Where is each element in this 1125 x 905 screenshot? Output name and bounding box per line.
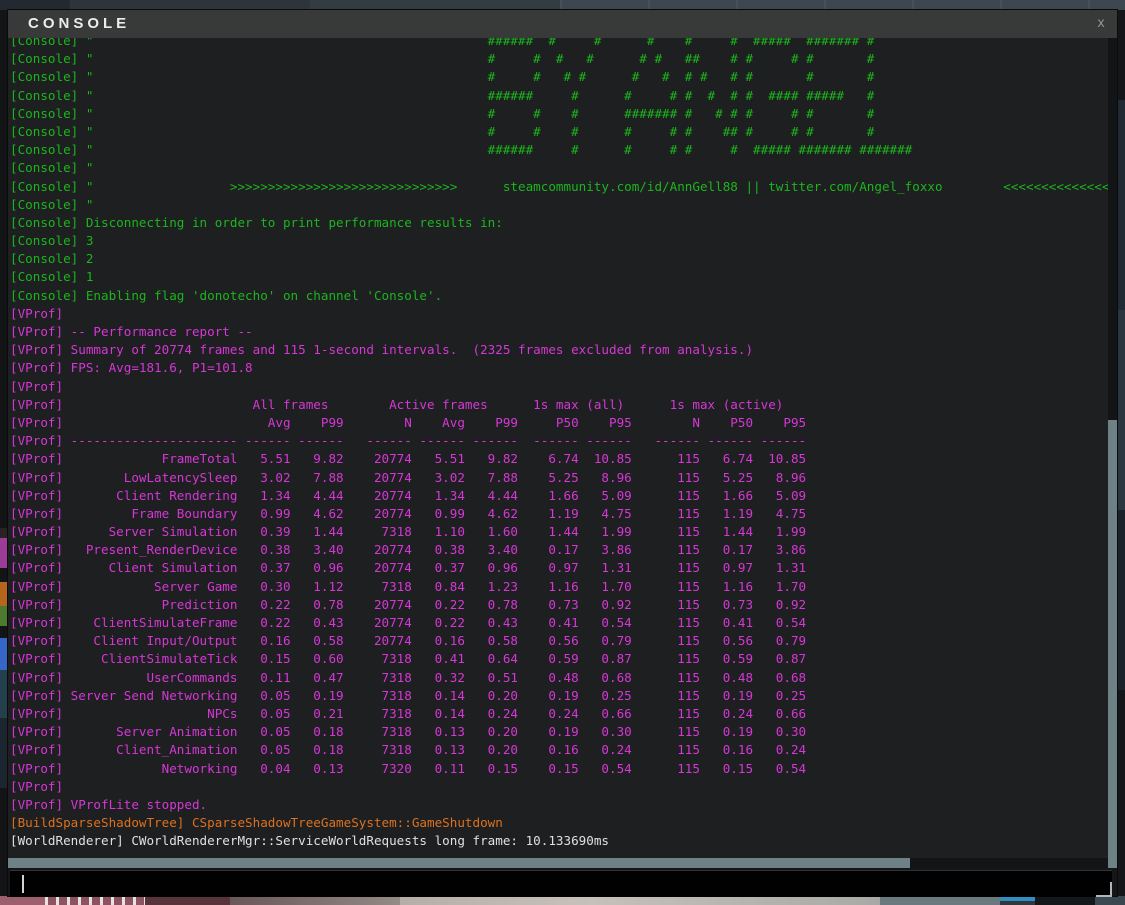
- console-line: [Console] " ###### # # # # # ##### #####…: [10, 38, 875, 48]
- vprof-table-divider: [VProf] ---------------------- ------ --…: [10, 433, 807, 449]
- console-line: [WorldRenderer] CWorldRendererMgr::Servi…: [10, 833, 609, 849]
- console-window: CONSOLE x [Console] " ###### # # # # # #…: [7, 9, 1118, 897]
- game-background-segment: [230, 896, 400, 905]
- game-background-segment: [880, 896, 1000, 905]
- game-background-segment: [0, 606, 8, 626]
- vertical-scrollbar-thumb[interactable]: [1108, 419, 1117, 868]
- game-background-segment: [0, 670, 8, 718]
- game-background-segment: [560, 0, 1125, 10]
- console-output[interactable]: [Console] " ###### # # # # # ##### #####…: [8, 38, 1108, 858]
- console-line: [Console] " # # # # # # # # # # # #: [10, 69, 875, 85]
- console-log: [Console] " ###### # # # # # ##### #####…: [8, 38, 1108, 850]
- resize-corner-icon[interactable]: [1096, 882, 1112, 897]
- game-background-segment: [0, 0, 70, 10]
- vprof-table-row: [VProf] Server Animation 0.05 0.18 7318 …: [10, 724, 807, 740]
- vprof-table-row: [VProf] FrameTotal 5.51 9.82 20774 5.51 …: [10, 451, 807, 467]
- game-background-segment: [0, 718, 8, 788]
- vprof-table-row: [VProf] LowLatencySleep 3.02 7.88 20774 …: [10, 469, 807, 485]
- console-line: [Console] " ###### # # # # # ##### #####…: [10, 142, 913, 158]
- screen: { "window": { "title": "CONSOLE", "close…: [0, 0, 1125, 905]
- game-background-segment: [1117, 310, 1125, 510]
- game-hud-text-blur: [45, 896, 145, 905]
- vprof-table-row: [VProf] ClientSimulateTick 0.15 0.60 731…: [10, 651, 807, 667]
- console-line: [Console] Enabling flag 'donotecho' on c…: [10, 287, 443, 303]
- game-background-top: [0, 0, 1125, 10]
- console-line: [Console] 2: [10, 251, 94, 267]
- console-line: [Console] " # # # # # # ## # # # # #: [10, 51, 875, 67]
- game-background-segment: [1035, 896, 1095, 905]
- game-background-segment: [1117, 100, 1125, 310]
- vprof-table-row: [VProf] Client_Animation 0.05 0.18 7318 …: [10, 742, 807, 758]
- vprof-table-row: [VProf] Present_RenderDevice 0.38 3.40 2…: [10, 542, 807, 558]
- vprof-table-row: [VProf] Frame Boundary 0.99 4.62 20774 0…: [10, 505, 807, 521]
- vprof-table-row: [VProf] NPCs 0.05 0.21 7318 0.14 0.24 0.…: [10, 705, 807, 721]
- horizontal-scrollbar[interactable]: [8, 858, 1108, 868]
- game-background-segment: [70, 0, 310, 10]
- game-background-segment: [1117, 510, 1125, 690]
- game-background-segment: [0, 538, 8, 568]
- vprof-table-row: [VProf] Networking 0.04 0.13 7320 0.11 0…: [10, 760, 807, 776]
- console-line: [BuildSparseShadowTree] CSparseShadowTre…: [10, 815, 503, 831]
- console-line: [Console] Disconnecting in order to prin…: [10, 214, 503, 230]
- console-line: [VProf]: [10, 305, 64, 321]
- game-background-segment: [310, 0, 560, 10]
- console-line: [VProf] VProfLite stopped.: [10, 796, 208, 812]
- console-line: [Console] ": [10, 196, 94, 212]
- window-title: CONSOLE: [28, 15, 131, 32]
- console-line: [Console] ": [10, 160, 94, 176]
- console-line: [VProf] FPS: Avg=181.6, P1=101.8: [10, 360, 253, 376]
- console-line: [Console] 1: [10, 269, 94, 285]
- console-line: [Console] 3: [10, 233, 94, 249]
- vprof-table-row: [VProf] Client Rendering 1.34 4.44 20774…: [10, 487, 807, 503]
- console-line: [Console] " >>>>>>>>>>>>>>>>>>>>>>>>>>>>…: [10, 178, 1108, 194]
- console-line: [Console] " ###### # # # # # # # #### ##…: [10, 87, 875, 103]
- game-background-left-edge: [0, 10, 8, 896]
- game-background-segment: [0, 638, 8, 670]
- vprof-table-row: [VProf] Server Simulation 0.39 1.44 7318…: [10, 524, 807, 540]
- horizontal-scrollbar-thumb[interactable]: [8, 858, 910, 868]
- vprof-table-row: [VProf] Server Game 0.30 1.12 7318 0.84 …: [10, 578, 807, 594]
- console-line: [Console] " # # # # # # ## # # # #: [10, 123, 875, 139]
- vprof-table-row: [VProf] Server Send Networking 0.05 0.19…: [10, 687, 807, 703]
- game-background-segment: [0, 582, 8, 606]
- text-caret: [22, 875, 24, 893]
- game-background-segment: [400, 896, 880, 905]
- vprof-table-row: [VProf] ClientSimulateFrame 0.22 0.43 20…: [10, 615, 807, 630]
- vprof-table-row: [VProf] Prediction 0.22 0.78 20774 0.22 …: [10, 596, 807, 612]
- game-background-segment: [1095, 896, 1125, 905]
- console-line: [VProf] -- Performance report --: [10, 324, 253, 339]
- game-background-segment: [0, 896, 45, 905]
- game-background-bottom: [0, 896, 1125, 905]
- vprof-table-row: [VProf] Client Input/Output 0.16 0.58 20…: [10, 633, 807, 649]
- vprof-table-row: [VProf] Client Simulation 0.37 0.96 2077…: [10, 560, 807, 576]
- console-titlebar[interactable]: CONSOLE x: [8, 10, 1117, 38]
- close-icon[interactable]: x: [1097, 17, 1105, 31]
- console-line: [VProf]: [10, 778, 64, 794]
- console-line: [VProf] Summary of 20774 frames and 115 …: [10, 342, 754, 358]
- console-input-field[interactable]: [10, 871, 1112, 897]
- vprof-table-group-header: [VProf] All frames Active frames 1s max …: [10, 396, 807, 412]
- vertical-scrollbar[interactable]: [1108, 38, 1117, 868]
- console-line: [Console] " # # # ####### # # # # # # #: [10, 105, 875, 121]
- game-background-right-edge: [1117, 10, 1125, 896]
- vprof-table-row: [VProf] UserCommands 0.11 0.47 7318 0.32…: [10, 669, 807, 685]
- console-input[interactable]: [10, 870, 1112, 897]
- console-line: [VProf]: [10, 378, 64, 394]
- game-background-segment: [145, 896, 230, 905]
- vprof-table-column-header: [VProf] Avg P99 N Avg P99 P50 P95 N P50 …: [10, 414, 807, 430]
